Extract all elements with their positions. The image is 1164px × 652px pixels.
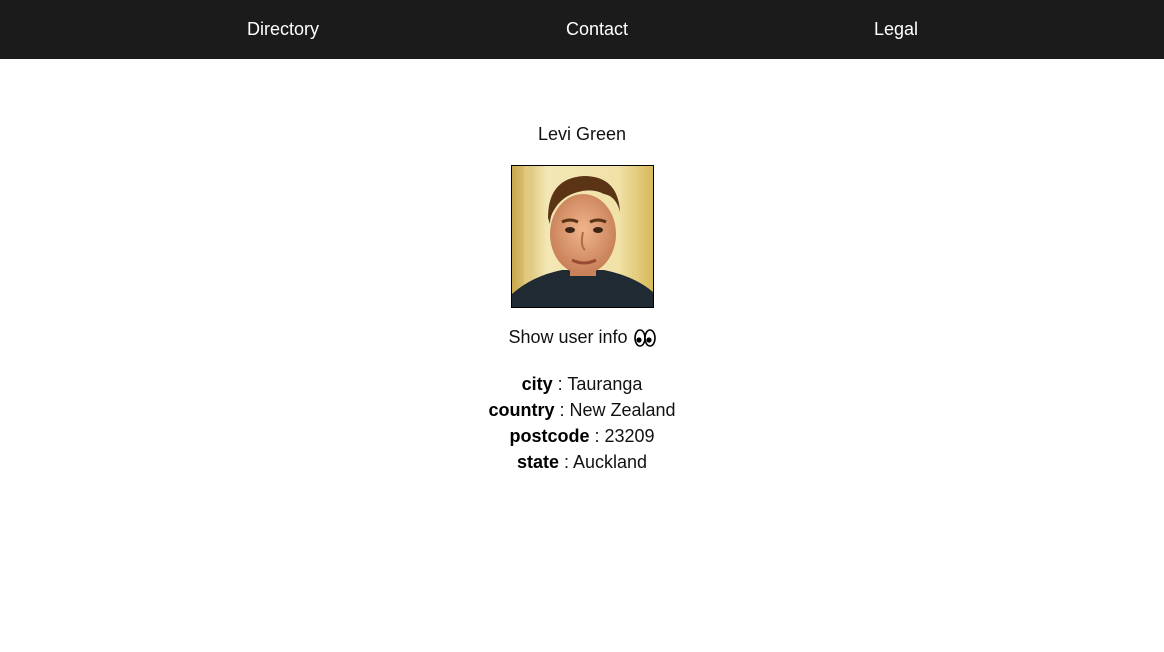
info-value: Auckland (572, 452, 648, 472)
info-separator: : (589, 426, 605, 446)
avatar-image (512, 166, 653, 307)
info-key: city (521, 374, 553, 394)
profile-name: Levi Green (537, 124, 627, 144)
nav-link-directory[interactable]: Directory (247, 0, 319, 59)
show-user-info-button[interactable]: Show user info (0, 327, 1164, 348)
info-value: New Zealand (569, 400, 676, 420)
info-row-state: state : Auckland (0, 449, 1164, 475)
info-value: 23209 (604, 426, 655, 446)
nav-link-legal[interactable]: Legal (874, 0, 918, 59)
info-key: country (488, 400, 555, 420)
info-row-city: city : Tauranga (0, 371, 1164, 397)
eyes-icon (633, 328, 656, 347)
info-separator: : (558, 452, 573, 472)
info-separator: : (554, 400, 570, 420)
show-user-info-label: Show user info (508, 327, 628, 347)
user-info-list: city : Tauranga country : New Zealand po… (0, 371, 1164, 475)
avatar (511, 165, 654, 308)
info-key: state (516, 452, 559, 472)
nav-link-contact[interactable]: Contact (566, 0, 628, 59)
info-value: Tauranga (567, 374, 643, 394)
info-key: postcode (509, 426, 590, 446)
info-separator: : (552, 374, 568, 394)
info-row-country: country : New Zealand (0, 397, 1164, 423)
top-navbar: Directory Contact Legal (0, 0, 1164, 59)
info-row-postcode: postcode : 23209 (0, 423, 1164, 449)
